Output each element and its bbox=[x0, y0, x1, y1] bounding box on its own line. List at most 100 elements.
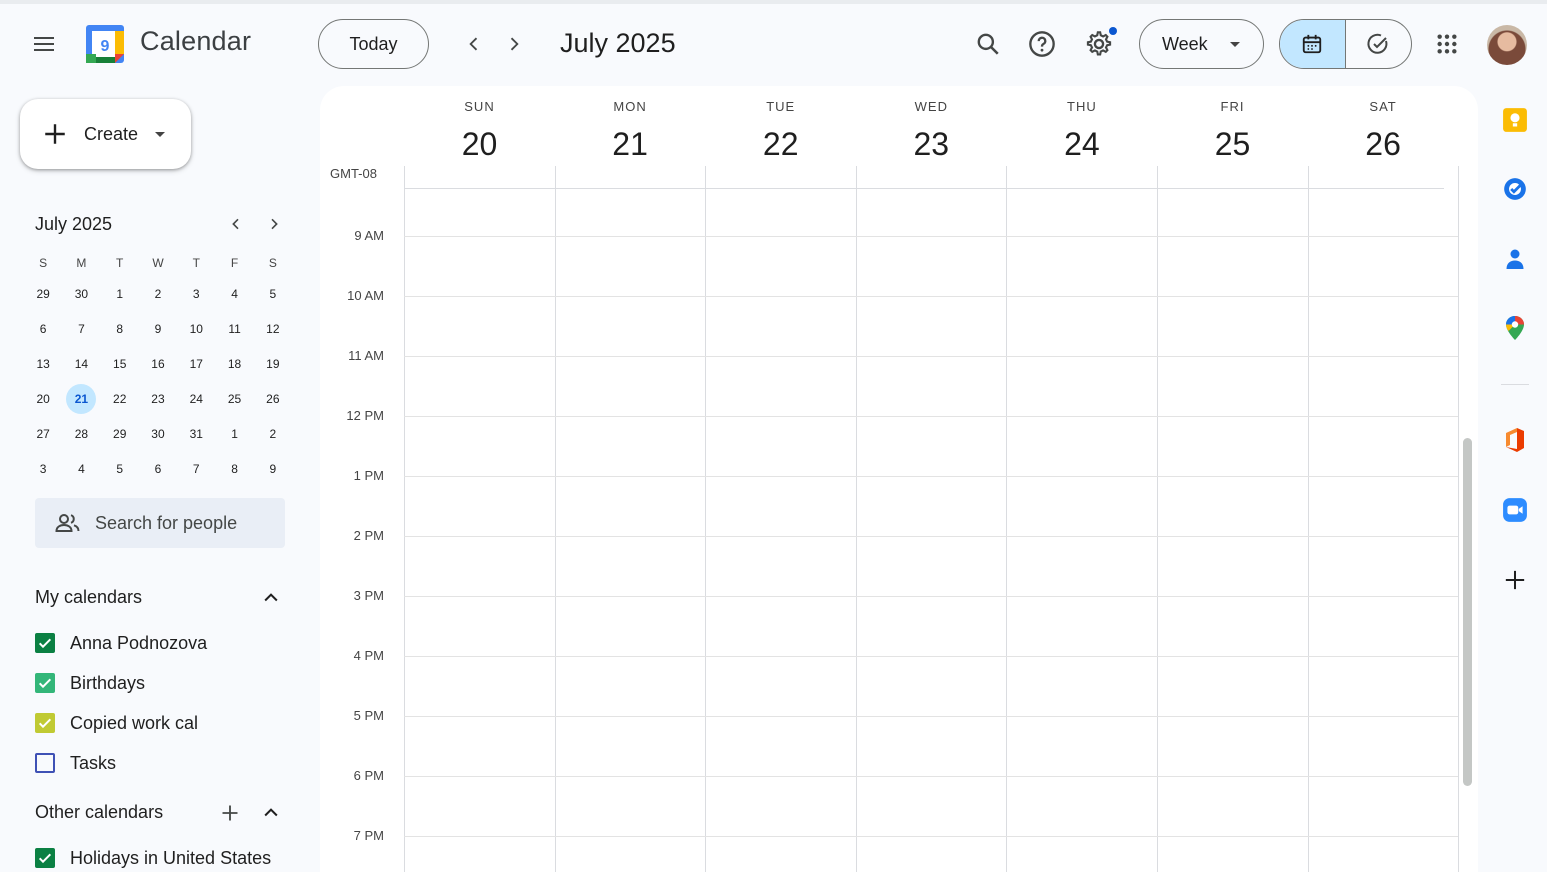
mini-calendar-day[interactable]: 28 bbox=[66, 419, 96, 449]
mini-calendar-day[interactable]: 7 bbox=[181, 454, 211, 484]
mini-calendar-selected-day[interactable]: 21 bbox=[66, 383, 97, 414]
google-apps-button[interactable] bbox=[1427, 24, 1467, 64]
mini-calendar-day[interactable]: 1 bbox=[105, 279, 135, 309]
add-other-calendar-button[interactable] bbox=[216, 799, 244, 827]
mini-calendar-day[interactable]: 5 bbox=[258, 279, 288, 309]
mini-calendar-day[interactable]: 4 bbox=[220, 279, 250, 309]
mini-calendar-day[interactable]: 7 bbox=[66, 314, 96, 344]
checkbox-checked[interactable] bbox=[35, 633, 55, 653]
help-button[interactable] bbox=[1022, 24, 1062, 64]
mini-calendar-day[interactable]: 3 bbox=[181, 279, 211, 309]
calendar-list-item[interactable]: Copied work cal bbox=[35, 710, 198, 736]
my-calendars-collapse-button[interactable] bbox=[256, 584, 286, 612]
mini-calendar-day[interactable]: 19 bbox=[258, 349, 288, 379]
mini-calendar-day[interactable]: 11 bbox=[220, 314, 250, 344]
search-button[interactable] bbox=[968, 24, 1008, 64]
main-menu-button[interactable] bbox=[22, 22, 66, 66]
get-addons-button[interactable] bbox=[1499, 564, 1531, 596]
mini-calendar-day[interactable]: 3 bbox=[28, 454, 58, 484]
mini-calendar-day[interactable]: 27 bbox=[28, 419, 58, 449]
calendar-list-item[interactable]: Tasks bbox=[35, 750, 116, 776]
tasks-view-toggle[interactable] bbox=[1346, 20, 1412, 68]
day-date-button[interactable]: 25 bbox=[1157, 126, 1308, 163]
account-avatar[interactable] bbox=[1487, 25, 1527, 65]
calendar-list-item[interactable]: Holidays in United States bbox=[35, 845, 271, 871]
mini-calendar-day-cell: 26 bbox=[254, 384, 292, 414]
today-button[interactable]: Today bbox=[318, 19, 429, 69]
tasks-button[interactable] bbox=[1499, 173, 1531, 205]
office-addon-icon bbox=[1506, 428, 1524, 452]
mini-calendar-day[interactable]: 1 bbox=[220, 419, 250, 449]
mini-calendar-day[interactable]: 25 bbox=[220, 384, 250, 414]
calendar-view-toggle[interactable] bbox=[1280, 20, 1346, 68]
mini-calendar-day[interactable]: 29 bbox=[28, 279, 58, 309]
mini-calendar-day[interactable]: 9 bbox=[258, 454, 288, 484]
hamburger-menu-icon bbox=[34, 37, 54, 51]
mini-calendar-previous-month[interactable] bbox=[222, 210, 250, 238]
hour-label: 4 PM bbox=[353, 648, 384, 663]
office-addon-button[interactable] bbox=[1499, 424, 1531, 456]
mini-calendar-day[interactable]: 31 bbox=[181, 419, 211, 449]
time-slot-grid[interactable] bbox=[404, 190, 1458, 872]
mini-calendar-day[interactable]: 22 bbox=[105, 384, 135, 414]
mini-calendar-day[interactable]: 14 bbox=[66, 349, 96, 379]
week-grid-scrollbar[interactable] bbox=[1463, 438, 1472, 786]
checkbox-checked[interactable] bbox=[35, 848, 55, 868]
mini-calendar-day[interactable]: 9 bbox=[143, 314, 173, 344]
day-column-header: SUN 20 bbox=[404, 86, 555, 190]
checkbox-checked[interactable] bbox=[35, 713, 55, 733]
mini-calendar-day[interactable]: 2 bbox=[143, 279, 173, 309]
day-date-button[interactable]: 23 bbox=[856, 126, 1007, 163]
apps-grid-icon bbox=[1437, 34, 1457, 54]
mini-calendar-day[interactable]: 10 bbox=[181, 314, 211, 344]
mini-calendar-day[interactable]: 4 bbox=[66, 454, 96, 484]
view-selector[interactable]: Week bbox=[1139, 19, 1264, 69]
mini-calendar-day[interactable]: 26 bbox=[258, 384, 288, 414]
calendar-icon bbox=[1303, 34, 1322, 54]
contacts-button[interactable] bbox=[1499, 243, 1531, 275]
day-date-button[interactable]: 22 bbox=[705, 126, 856, 163]
mini-calendar-day-cell: 3 bbox=[24, 454, 62, 484]
mini-calendar-day[interactable]: 2 bbox=[258, 419, 288, 449]
mini-calendar-next-month[interactable] bbox=[260, 210, 288, 238]
search-people-placeholder: Search for people bbox=[95, 512, 238, 533]
mini-calendar-day[interactable]: 8 bbox=[105, 314, 135, 344]
checkbox-checked[interactable] bbox=[35, 673, 55, 693]
mini-calendar-day[interactable]: 15 bbox=[105, 349, 135, 379]
mini-calendar-day[interactable]: 17 bbox=[181, 349, 211, 379]
calendar-name: Holidays in United States bbox=[70, 847, 272, 868]
checkbox-unchecked[interactable] bbox=[35, 753, 55, 773]
zoom-addon-button[interactable] bbox=[1499, 494, 1531, 526]
calendar-list-item[interactable]: Birthdays bbox=[35, 670, 145, 696]
mini-calendar-day[interactable]: 23 bbox=[143, 384, 173, 414]
mini-calendar-day[interactable]: 5 bbox=[105, 454, 135, 484]
mini-calendar-day[interactable]: 6 bbox=[28, 314, 58, 344]
mini-calendar-day[interactable]: 30 bbox=[143, 419, 173, 449]
day-date-button[interactable]: 24 bbox=[1006, 126, 1157, 163]
mini-calendar-day[interactable]: 12 bbox=[258, 314, 288, 344]
mini-calendar-day-cell: 1 bbox=[101, 279, 139, 309]
calendar-logo[interactable]: 9 bbox=[85, 24, 125, 64]
maps-button[interactable] bbox=[1499, 312, 1531, 344]
create-button[interactable]: Create bbox=[20, 99, 191, 169]
mini-calendar-day[interactable]: 24 bbox=[181, 384, 211, 414]
mini-calendar-day[interactable]: 13 bbox=[28, 349, 58, 379]
keep-button[interactable] bbox=[1499, 104, 1531, 136]
mini-calendar-day[interactable]: 29 bbox=[105, 419, 135, 449]
mini-calendar-day[interactable]: 18 bbox=[220, 349, 250, 379]
mini-calendar-day[interactable]: 6 bbox=[143, 454, 173, 484]
day-name: FRI bbox=[1220, 99, 1245, 114]
mini-calendar-day[interactable]: 16 bbox=[143, 349, 173, 379]
day-date-button[interactable]: 21 bbox=[555, 126, 706, 163]
day-date-button[interactable]: 26 bbox=[1308, 126, 1459, 163]
previous-week-button[interactable] bbox=[456, 26, 492, 62]
mini-calendar-day[interactable]: 8 bbox=[220, 454, 250, 484]
mini-calendar-day[interactable]: 30 bbox=[66, 279, 96, 309]
next-week-button[interactable] bbox=[496, 26, 532, 62]
day-date-button[interactable]: 20 bbox=[404, 126, 555, 163]
calendar-list-item[interactable]: Anna Podnozova bbox=[35, 630, 207, 656]
search-people-input[interactable]: Search for people bbox=[35, 498, 285, 548]
create-button-label: Create bbox=[84, 123, 139, 144]
other-calendars-collapse-button[interactable] bbox=[256, 799, 286, 827]
mini-calendar-day[interactable]: 20 bbox=[28, 384, 58, 414]
